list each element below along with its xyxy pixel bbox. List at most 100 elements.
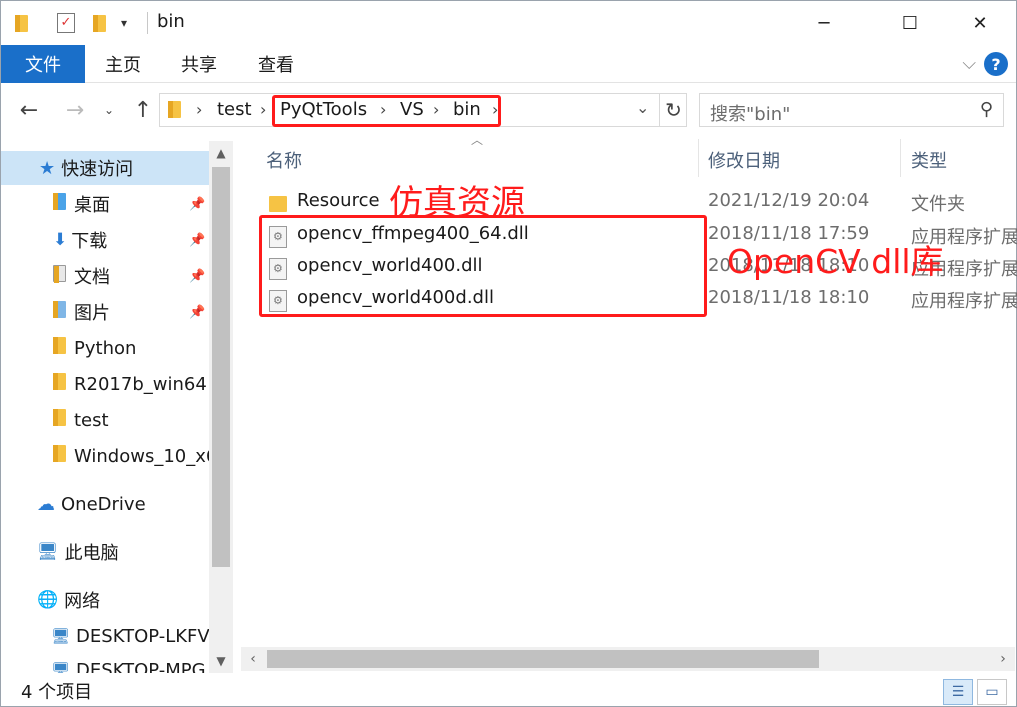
scroll-right-icon[interactable]: › [991,647,1015,671]
nav-label: 下载 [71,231,108,252]
nav-label: 桌面 [74,195,110,216]
file-type: 文件夹 [911,194,965,215]
path-highlight-box [272,95,501,127]
nav-python[interactable]: Python [1,331,209,365]
pin-icon[interactable]: 📌 [189,197,205,212]
nav-label: Windows_10_x6 [74,445,209,467]
back-button[interactable]: ← [15,95,43,125]
item-count: 4 个项目 [21,682,93,703]
recent-locations-icon[interactable]: ⌄ [99,95,119,125]
folder-icon [53,409,74,431]
nav-pictures[interactable]: 图片 📌 [1,295,209,329]
folder-icon [53,337,74,359]
window-title: bin [157,11,185,32]
nav-network[interactable]: 🌐 网络 [1,583,209,617]
folder-icon [269,193,287,212]
column-separator[interactable] [900,139,901,177]
scroll-left-icon[interactable]: ‹ [241,647,265,671]
file-name: Resource [297,190,380,211]
nav-documents[interactable]: 文档 📌 [1,259,209,293]
tab-view[interactable]: 查看 [248,45,304,83]
column-separator[interactable] [698,139,699,177]
search-icon[interactable]: ⚲ [980,99,993,120]
new-folder-icon[interactable] [93,11,106,35]
title-bar: ✓ ▾ bin ─ ☐ ✕ [1,1,1016,45]
nav-desktop-lkfv[interactable]: 🖥 DESKTOP-LKFV [1,619,209,653]
column-date[interactable]: 修改日期 [708,147,780,173]
content-scroll-thumb[interactable] [267,650,819,668]
nav-downloads[interactable]: ⬇ 下载 📌 [1,223,209,257]
title-separator [147,12,148,34]
resource-annotation: 仿真资源 [389,183,525,223]
nav-label: test [74,409,109,431]
dll-annotation: OpenCV dll库 [727,242,944,281]
cloud-icon: ☁ [37,493,55,515]
document-icon [53,265,74,287]
forward-button[interactable]: → [61,95,89,125]
nav-label: Python [74,337,137,359]
nav-desktop-mpg[interactable]: 🖥 DESKTOP-MPG [1,653,209,674]
star-icon: ★ [39,157,56,179]
dll-highlight-box [259,215,707,317]
nav-desktop[interactable]: 桌面 📌 [1,187,209,221]
nav-onedrive[interactable]: ☁ OneDrive [1,487,209,521]
window-folder-icon [15,11,28,35]
nav-label: 网络 [64,591,101,612]
column-name[interactable]: 名称 [266,147,302,173]
folder-icon [53,193,74,215]
nav-scrollbar[interactable]: ▲ ▼ [209,141,233,673]
status-bar: 4 个项目 ☰ ▭ [1,675,1016,707]
nav-windows10[interactable]: Windows_10_x6 [1,439,209,473]
scroll-up-icon[interactable]: ▲ [209,141,233,165]
crumb-separator[interactable]: › [196,100,202,119]
tab-home[interactable]: 主页 [95,45,151,83]
computer-icon: 🖥 [51,627,71,645]
nav-this-pc[interactable]: 🖥 此电脑 [1,535,209,569]
minimize-button[interactable]: ─ [795,1,853,45]
address-folder-icon [168,101,181,122]
crumb-separator[interactable]: › [260,100,266,119]
search-placeholder: 搜索"bin" [710,104,791,125]
refresh-button[interactable]: ↻ [659,93,687,127]
details-view-icon[interactable]: ☰ [943,679,973,705]
search-box[interactable]: 搜索"bin" ⚲ [699,93,1004,127]
folder-icon [53,373,74,395]
pin-icon[interactable]: 📌 [189,233,205,248]
up-button[interactable]: ↑ [129,95,157,125]
pin-icon[interactable]: 📌 [189,305,205,320]
nav-label: 快速访问 [61,159,134,180]
nav-label: OneDrive [61,493,146,515]
sort-ascending-icon: ︿ [471,133,484,147]
address-dropdown-icon[interactable]: ⌄ [636,98,649,117]
customize-toolbar-icon[interactable]: ▾ [121,11,127,35]
help-icon[interactable]: ? [984,52,1008,76]
file-type: 应用程序扩展 [911,291,1017,312]
large-icons-view-icon[interactable]: ▭ [977,679,1007,705]
network-icon: 🌐 [37,590,59,610]
nav-test[interactable]: test [1,403,209,437]
crumb-test[interactable]: test [217,99,252,120]
maximize-button[interactable]: ☐ [881,1,939,45]
nav-scroll-thumb[interactable] [212,167,230,567]
file-explorer-window: ✓ ▾ bin ─ ☐ ✕ 文件 主页 共享 查看 ⌵ ? ← → ⌄ ↑ › … [0,0,1017,707]
nav-label: DESKTOP-MPG [76,659,206,674]
pin-icon[interactable]: 📌 [189,269,205,284]
scroll-down-icon[interactable]: ▼ [209,649,233,673]
nav-quick-access[interactable]: ★ 快速访问 [1,151,209,185]
picture-icon [53,301,74,323]
nav-label: 此电脑 [64,543,119,564]
close-button[interactable]: ✕ [951,1,1009,45]
folder-icon [53,445,74,467]
content-hscrollbar[interactable]: ‹ › [241,647,1015,671]
column-type[interactable]: 类型 [911,147,947,173]
tab-file[interactable]: 文件 [1,45,85,83]
ribbon-tabs: 文件 主页 共享 查看 ⌵ ? [1,45,1016,83]
nav-label: R2017b_win64 [74,373,207,395]
nav-r2017b[interactable]: R2017b_win64 [1,367,209,401]
expand-ribbon-icon[interactable]: ⌵ [962,53,976,74]
computer-icon: 🖥 [37,542,59,562]
file-date: 2018/11/18 18:10 [708,287,870,308]
download-icon: ⬇ [53,230,68,250]
properties-icon[interactable]: ✓ [57,11,75,35]
tab-share[interactable]: 共享 [171,45,227,83]
